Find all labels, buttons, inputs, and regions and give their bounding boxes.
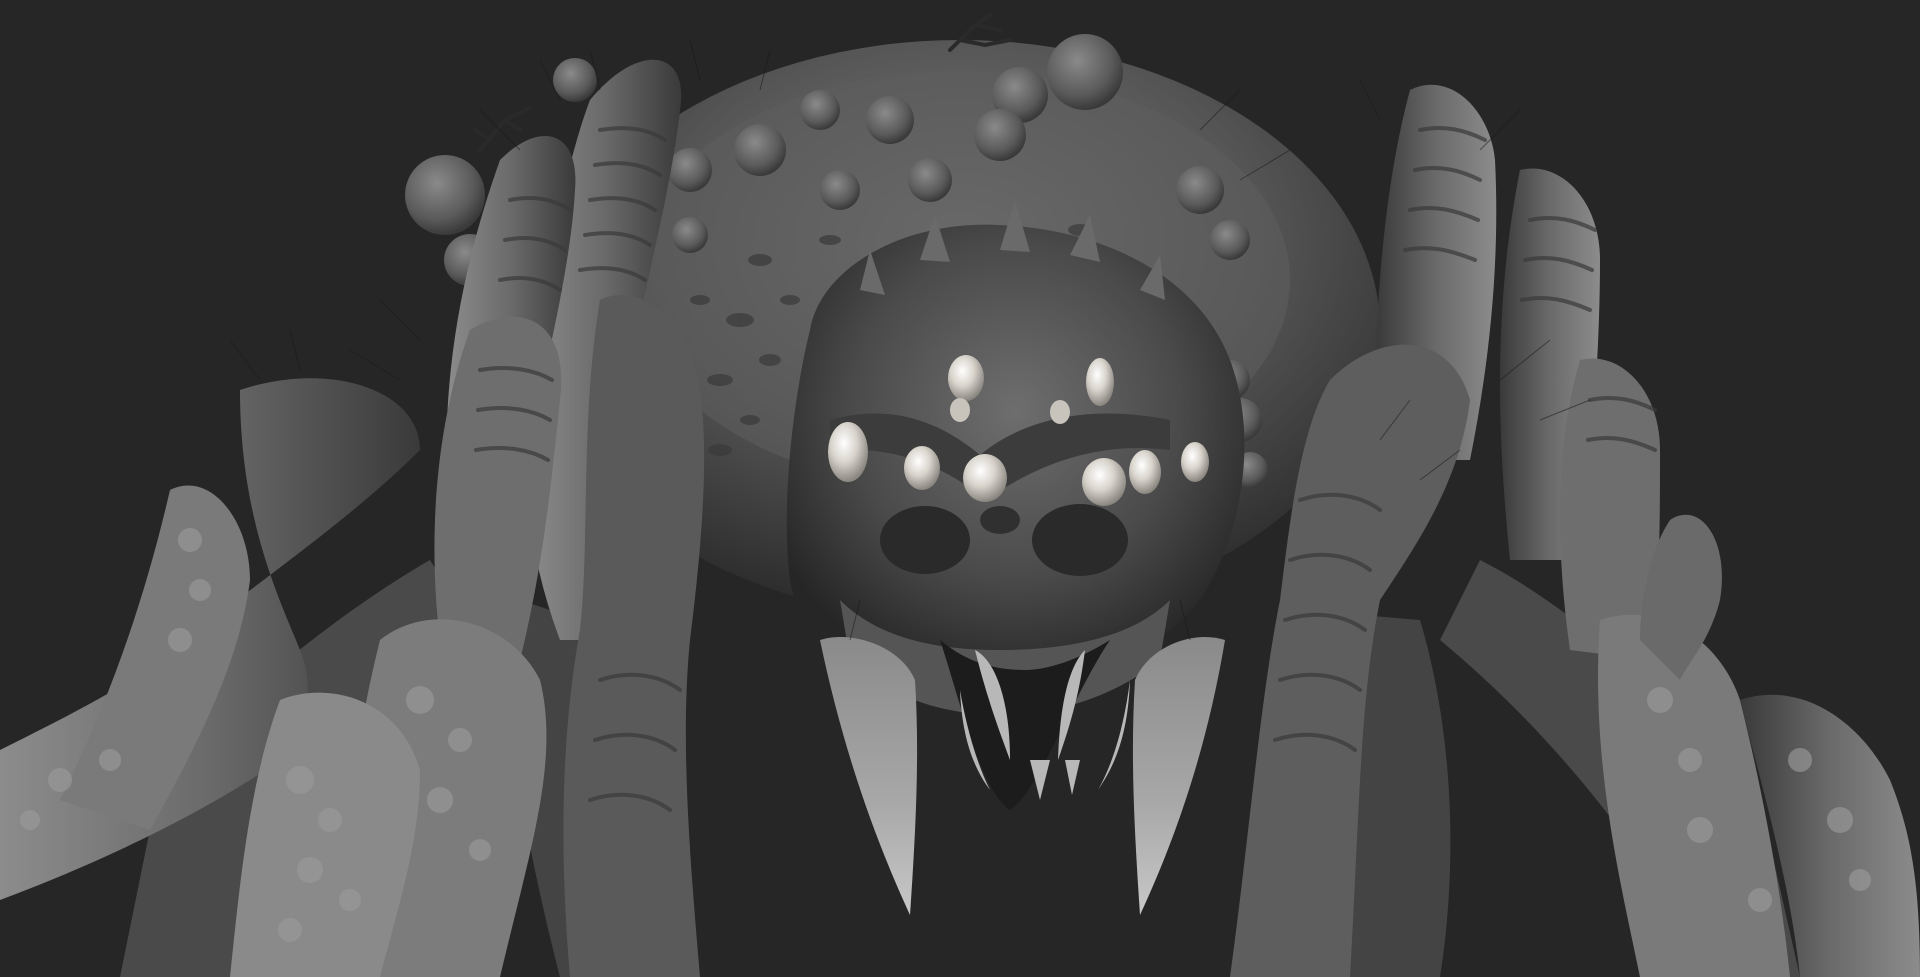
- eye-icon: [1082, 458, 1126, 506]
- render-viewport: [0, 0, 1920, 977]
- eye-icon: [1050, 400, 1070, 424]
- eye-icon: [904, 446, 940, 490]
- eye-icon: [950, 398, 970, 422]
- eye-icon: [1129, 450, 1161, 494]
- eye-icon: [963, 454, 1007, 502]
- spider-creature-render: [0, 0, 1920, 977]
- eye-icon: [948, 355, 984, 401]
- eye-icon: [1181, 442, 1209, 482]
- eye-icon: [828, 422, 868, 482]
- eye-icon: [1086, 358, 1114, 406]
